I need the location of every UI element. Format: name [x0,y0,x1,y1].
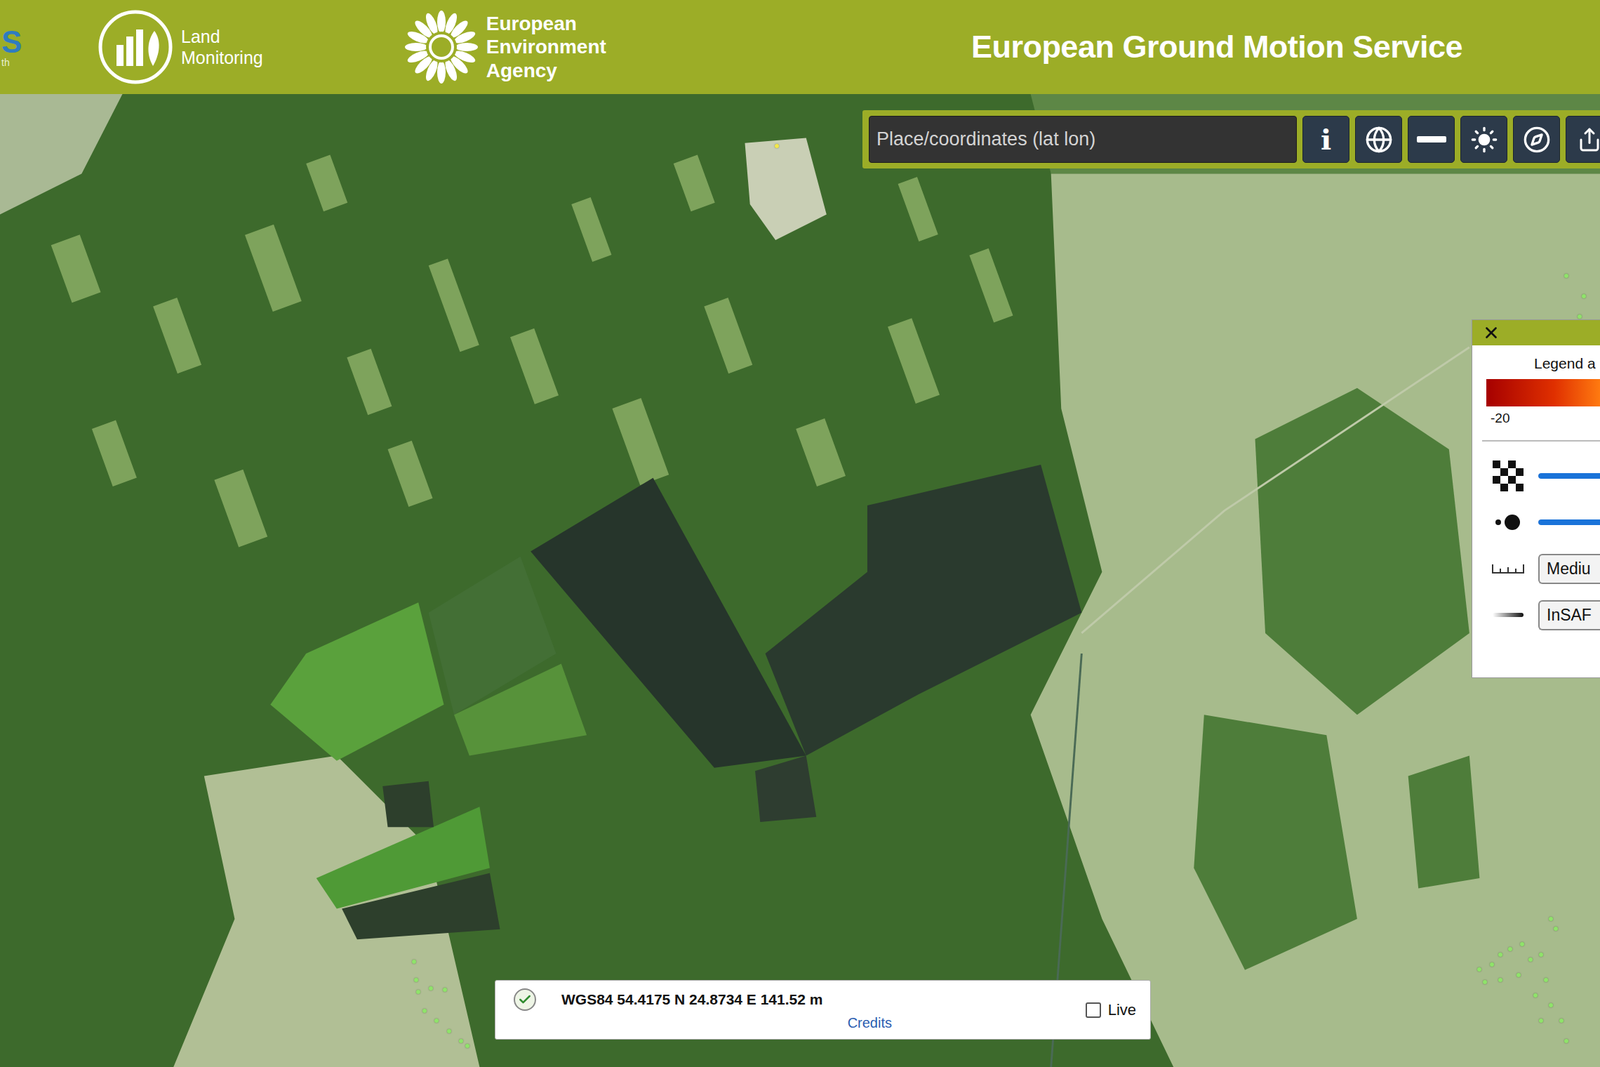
separator [1482,440,1600,442]
brand-fragment: S [1,26,44,58]
ruler-icon [1416,136,1447,143]
ground-motion-point[interactable] [1548,916,1553,921]
gradient-line-icon [1491,609,1525,620]
row-icon-box [1490,459,1526,492]
dropdown-row: InSAF [1490,598,1600,631]
slider-row [1490,459,1600,492]
ground-motion-point[interactable] [428,985,433,991]
legend-controls: Mediu InSAF [1472,441,1600,631]
eea-sun-logo-icon [403,9,480,85]
ground-motion-point[interactable] [1516,972,1521,977]
row-icon-box [1490,598,1526,631]
ground-motion-point[interactable] [1581,294,1586,299]
ground-motion-point[interactable] [1498,952,1503,957]
map-toolbar: i [862,110,1600,169]
land-monitoring-text: LandMonitoring [181,25,264,69]
scale-ruler-icon [1491,561,1525,576]
close-icon [1482,323,1501,342]
slider-fill [1538,519,1600,525]
point-size-icon [1492,511,1524,533]
eea-text: EuropeanEnvironmentAgency [486,11,607,83]
share-icon [1576,127,1600,153]
ground-motion-point[interactable] [422,1008,427,1013]
checker-icon [1492,460,1524,492]
globe-button[interactable] [1355,115,1403,163]
ground-motion-point[interactable] [1577,314,1582,319]
row-icon-box [1490,505,1526,539]
ground-motion-point[interactable] [1543,977,1549,982]
ground-motion-point[interactable] [1528,957,1533,962]
color-scale [1486,378,1600,407]
search-input[interactable] [868,115,1297,163]
slider-row [1490,505,1600,539]
map[interactable]: i Legend a -20 Mediu InSAF WGS84 54.4175 N 24… [0,94,1600,1067]
close-button[interactable] [1482,323,1501,342]
coordinate-bar: WGS84 54.4175 N 24.8734 E 141.52 m Credit… [494,979,1151,1040]
share-button[interactable] [1565,115,1600,163]
row-icon-box [1490,552,1526,585]
sun-icon [1470,125,1499,154]
brand-fragment-sub: th [1,57,44,68]
compass-icon [1522,125,1551,154]
ground-motion-point[interactable] [1564,273,1569,278]
legend-panel: Legend a -20 Mediu InSAF [1471,319,1600,678]
dropdown[interactable]: InSAF [1538,600,1600,631]
slider-fill [1538,472,1600,479]
info-button[interactable]: i [1302,115,1350,163]
credits-link[interactable]: Credits [847,1014,892,1031]
dropdown-row: Mediu [1490,552,1600,585]
dropdown[interactable]: Mediu [1538,553,1600,584]
legend-title: Legend a [1472,345,1600,372]
ruler-button[interactable] [1407,115,1455,163]
header-bar: Sth LandMonitoring EuropeanEnvironmentAgen… [0,0,1600,95]
live-checkbox[interactable] [1085,1002,1102,1018]
live-toggle[interactable]: Live [1085,1000,1137,1019]
page-title: European Ground Motion Service [971,28,1463,66]
live-label: Live [1108,1000,1137,1019]
satellite-imagery[interactable] [0,94,1600,1067]
sun-button[interactable] [1460,115,1508,163]
ground-motion-point[interactable] [1489,962,1495,967]
ground-motion-point[interactable] [1498,977,1503,982]
info-icon: i [1320,122,1332,156]
ground-motion-point[interactable] [447,1028,452,1033]
land-monitoring-logo-icon [96,8,175,86]
ground-motion-point[interactable] [1538,952,1544,957]
globe-icon [1364,125,1393,154]
compass-button[interactable] [1512,115,1560,163]
ground-motion-point[interactable] [774,143,779,149]
ground-motion-point[interactable] [1538,1018,1544,1023]
slider[interactable] [1538,519,1600,525]
land-monitoring-logo[interactable]: LandMonitoring [96,8,264,86]
scale-min: -20 [1472,406,1600,426]
coordinate-main: WGS84 54.4175 N 24.8734 E 141.52 m Credit… [513,988,1086,1031]
ground-motion-point[interactable] [1559,1018,1564,1023]
coordinate-line: WGS84 54.4175 N 24.8734 E 141.52 m [513,988,823,1011]
app: Sth LandMonitoring EuropeanEnvironmentAgen… [0,0,1600,1067]
slider[interactable] [1538,472,1600,479]
valid-badge[interactable] [513,988,537,1011]
copernicus-brand: Sth [0,26,44,68]
ground-motion-point[interactable] [1482,979,1488,984]
legend-header [1472,320,1600,346]
check-icon [517,992,532,1007]
eea-logo[interactable]: EuropeanEnvironmentAgency [403,9,607,85]
coordinate-text: WGS84 54.4175 N 24.8734 E 141.52 m [561,990,823,1008]
